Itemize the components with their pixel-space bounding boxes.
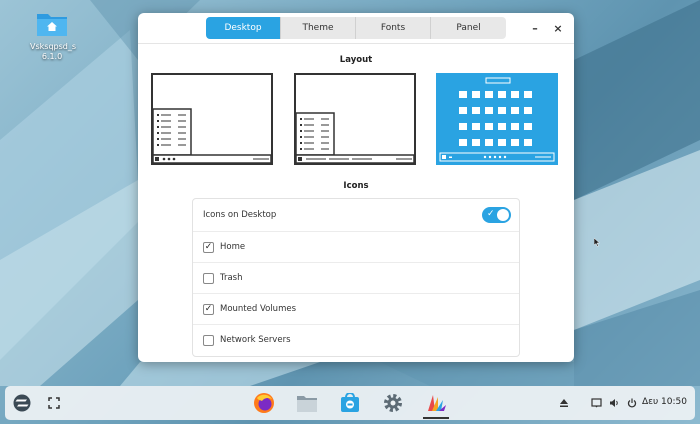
trash-checkbox[interactable] xyxy=(203,272,214,284)
check-icon: ✓ xyxy=(487,209,495,219)
icon-option-trash[interactable]: Trash xyxy=(193,262,519,293)
layout-option-1[interactable] xyxy=(151,73,273,165)
desktop-icon-home[interactable]: Vsksqpsd_s 6.1.0 xyxy=(30,10,77,62)
zorin-menu-button[interactable] xyxy=(9,390,35,416)
software-launcher[interactable] xyxy=(337,390,363,416)
eject-icon xyxy=(560,399,568,407)
zorin-logo-icon xyxy=(13,394,31,412)
layout-option-2[interactable] xyxy=(294,73,416,165)
expand-icon xyxy=(48,397,60,409)
workspaces-button[interactable] xyxy=(41,390,67,416)
icons-heading: Icons xyxy=(343,181,369,191)
settings-launcher[interactable] xyxy=(380,390,406,416)
firefox-icon xyxy=(254,393,274,413)
desktop-icon-label: Vsksqpsd_s 6.1.0 xyxy=(30,42,77,61)
volume-icon xyxy=(609,399,618,407)
icons-on-desktop-toggle[interactable]: ✓ xyxy=(482,207,511,223)
layout-heading: Layout xyxy=(339,55,373,65)
firefox-launcher[interactable] xyxy=(251,390,277,416)
icon-option-mounted-volumes[interactable]: ✓ Mounted Volumes xyxy=(193,293,519,324)
clock[interactable]: Δευ 10:50 xyxy=(642,397,687,407)
active-app-indicator xyxy=(423,417,449,419)
icon-option-home[interactable]: ✓ Home xyxy=(193,231,519,262)
mouse-cursor-icon xyxy=(594,238,601,247)
close-button[interactable]: × xyxy=(551,21,565,35)
icons-settings-panel: Icons on Desktop ✓ ✓ Home Trash ✓ Mounte… xyxy=(192,198,520,357)
files-launcher[interactable] xyxy=(294,390,320,416)
network-servers-checkbox[interactable] xyxy=(203,334,214,346)
appearance-window: Desktop Theme Fonts Panel – × Layout Ico… xyxy=(138,13,574,362)
home-checkbox[interactable]: ✓ xyxy=(203,241,214,253)
tab-bar: Desktop Theme Fonts Panel xyxy=(206,17,506,39)
tab-panel[interactable]: Panel xyxy=(431,17,506,39)
appearance-launcher[interactable] xyxy=(423,390,449,416)
tab-theme[interactable]: Theme xyxy=(281,17,356,39)
mounted-volumes-checkbox[interactable]: ✓ xyxy=(203,303,214,315)
layout-option-3[interactable] xyxy=(436,73,558,165)
notification-icon xyxy=(590,398,602,408)
mounted-volumes-label: Mounted Volumes xyxy=(220,304,297,314)
settings-icon xyxy=(384,394,402,412)
power-icon xyxy=(627,398,637,408)
eject-button[interactable] xyxy=(551,390,577,416)
files-icon xyxy=(297,396,317,412)
icons-on-desktop-label: Icons on Desktop xyxy=(203,209,277,220)
home-label: Home xyxy=(220,242,246,252)
layout-preview-1 xyxy=(152,108,272,164)
network-servers-label: Network Servers xyxy=(220,335,291,345)
minimize-button[interactable]: – xyxy=(528,21,542,35)
tab-fonts[interactable]: Fonts xyxy=(356,17,431,39)
toggle-knob xyxy=(497,209,509,221)
home-folder-icon xyxy=(35,10,69,38)
icons-on-desktop-row: Icons on Desktop ✓ xyxy=(193,199,519,230)
tab-desktop[interactable]: Desktop xyxy=(206,17,281,39)
icon-option-network-servers[interactable]: Network Servers xyxy=(193,324,519,355)
appearance-icon xyxy=(428,395,446,411)
header-divider xyxy=(138,43,574,44)
trash-label: Trash xyxy=(220,273,243,283)
taskbar: Δευ 10:50 xyxy=(5,386,695,420)
layout-preview-3 xyxy=(439,76,555,162)
layout-preview-2 xyxy=(295,112,415,164)
software-icon xyxy=(341,393,359,412)
